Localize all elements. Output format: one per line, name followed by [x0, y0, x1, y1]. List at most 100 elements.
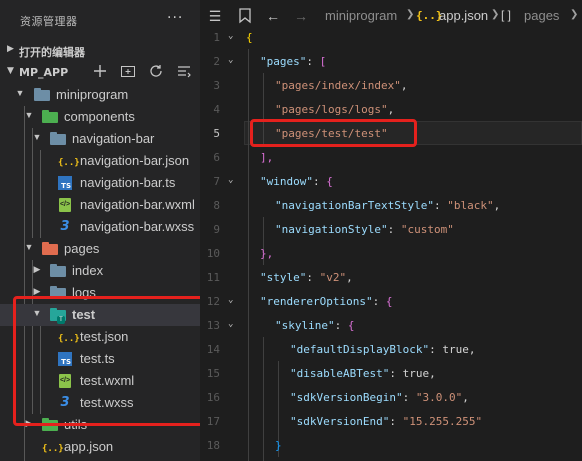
line-number: 4: [213, 103, 220, 116]
code-line: 14 "defaultDisplayBlock": true,: [200, 337, 582, 361]
code-text: "pages/logs/logs",: [275, 103, 395, 116]
folder-open-icon: [34, 87, 50, 103]
tree-folder-index[interactable]: ▶ index: [0, 260, 200, 282]
line-number: 15: [206, 367, 220, 380]
fold-chevron-icon[interactable]: ⌄: [228, 175, 233, 185]
line-number: 3: [213, 79, 220, 92]
open-editors-section[interactable]: ▶ 打开的编辑器: [0, 40, 200, 62]
code-line: 18 }: [200, 433, 582, 457]
back-arrow-icon[interactable]: ←: [264, 8, 282, 24]
tree-item-label: navigation-bar.wxml: [80, 197, 195, 212]
tree-item-label: navigation-bar.wxss: [80, 219, 195, 234]
code-text: "rendererOptions": {: [260, 295, 393, 308]
tree-file-navigation-bar-wxss[interactable]: 3 navigation-bar.wxss: [0, 216, 200, 238]
wxss-file-icon: 3: [60, 219, 70, 234]
code-text: }: [275, 439, 282, 452]
typescript-file-icon: TS: [58, 175, 74, 191]
code-line: 6 ],: [200, 145, 582, 169]
fold-chevron-icon[interactable]: ⌄: [228, 319, 233, 329]
code-line: 3 "pages/index/index",: [200, 73, 582, 97]
breadcrumb-symbol[interactable]: pages: [524, 8, 559, 23]
tree-folder-navigation-bar[interactable]: ▼ navigation-bar: [0, 128, 200, 150]
line-number: 17: [206, 415, 220, 428]
tree-file-navigation-bar-json[interactable]: {..} navigation-bar.json: [0, 150, 200, 172]
components-folder-icon: [42, 109, 58, 125]
tree-item-label: app.json: [64, 439, 114, 454]
folder-open-icon: [50, 131, 66, 147]
code-line: 9 "navigationStyle": "custom": [200, 217, 582, 241]
code-line: 8 "navigationBarTextStyle": "black",: [200, 193, 582, 217]
code-area[interactable]: 1 ⌄ { 2 ⌄ "pages": [ 3 "pages/index/inde…: [200, 25, 582, 461]
chevron-down-icon: ▼: [7, 66, 14, 76]
chevron-down-icon: ▼: [15, 88, 25, 98]
line-number: 1: [213, 31, 220, 44]
line-number: 18: [206, 439, 220, 452]
line-number: 2: [213, 55, 220, 68]
annotation-highlight-box: [250, 119, 417, 147]
code-text: "sdkVersionEnd": "15.255.255": [290, 415, 483, 428]
code-text: "style": "v2",: [260, 271, 353, 284]
code-line: 4 "pages/logs/logs",: [200, 97, 582, 121]
wxml-file-icon: </>: [58, 197, 74, 213]
line-number: 13: [206, 319, 220, 332]
code-text: "pages/index/index",: [275, 79, 408, 92]
line-number: 10: [206, 247, 220, 260]
array-symbol-icon: [ ]: [501, 8, 512, 22]
code-text: "skyline": {: [275, 319, 355, 332]
fold-chevron-icon[interactable]: ⌄: [228, 31, 233, 41]
code-line: 17 "sdkVersionEnd": "15.255.255": [200, 409, 582, 433]
tree-file-navigation-bar-ts[interactable]: TS navigation-bar.ts: [0, 172, 200, 194]
new-file-icon[interactable]: [92, 63, 108, 81]
json-file-icon: {..}: [42, 444, 64, 454]
chevron-down-icon: ▼: [24, 242, 34, 252]
more-actions-button[interactable]: ···: [167, 10, 183, 26]
line-number: 12: [206, 295, 220, 308]
new-folder-icon[interactable]: [120, 63, 136, 81]
tree-item-label: navigation-bar.ts: [80, 175, 176, 190]
tree-item-label: miniprogram: [56, 87, 129, 102]
forward-arrow-icon[interactable]: →: [292, 8, 310, 24]
tree-file-navigation-bar-wxml[interactable]: </> navigation-bar.wxml: [0, 194, 200, 216]
pages-folder-icon: [42, 241, 58, 257]
code-line: 15 "disableABTest": true,: [200, 361, 582, 385]
breadcrumb-folder[interactable]: miniprogram: [325, 8, 397, 23]
code-line: 2 ⌄ "pages": [: [200, 49, 582, 73]
fold-chevron-icon[interactable]: ⌄: [228, 55, 233, 65]
chevron-right-icon: ❯: [406, 9, 415, 20]
collapse-all-icon[interactable]: [176, 63, 192, 81]
explorer-sidebar: 资源管理器 ··· ▶ 打开的编辑器 ▼ MP_APP ▼ miniprogra…: [0, 0, 200, 461]
fold-chevron-icon[interactable]: ⌄: [228, 295, 233, 305]
code-text: "disableABTest": true,: [290, 367, 436, 380]
chevron-right-icon: ❯: [570, 9, 579, 20]
tree-item-label: components: [64, 109, 135, 124]
json-file-icon: {..}: [58, 158, 80, 168]
open-editors-label: 打开的编辑器: [19, 46, 85, 59]
code-line: 11 "style": "v2",: [200, 265, 582, 289]
folder-icon: [50, 263, 66, 279]
code-line: 10 },: [200, 241, 582, 265]
code-text: "defaultDisplayBlock": true,: [290, 343, 476, 356]
refresh-icon[interactable]: [148, 63, 164, 81]
code-line: 7 ⌄ "window": {: [200, 169, 582, 193]
code-text: "sdkVersionBegin": "3.0.0",: [290, 391, 469, 404]
code-line: 13 ⌄ "skyline": {: [200, 313, 582, 337]
chevron-right-icon: ▶: [7, 44, 14, 54]
line-number: 7: [213, 175, 220, 188]
line-number: 9: [213, 223, 220, 236]
code-text: "pages": [: [260, 55, 327, 68]
tree-item-label: navigation-bar: [72, 131, 155, 146]
breadcrumb-file[interactable]: app.json: [439, 8, 488, 23]
line-number: 5: [213, 127, 220, 140]
code-line: 1 ⌄ {: [200, 25, 582, 49]
code-text: "navigationStyle": "custom": [275, 223, 454, 236]
bookmark-icon[interactable]: [236, 8, 254, 24]
tree-folder-components[interactable]: ▼ components: [0, 106, 200, 128]
code-text: "navigationBarTextStyle": "black",: [275, 199, 501, 212]
line-number: 8: [213, 199, 220, 212]
tree-folder-miniprogram[interactable]: ▼ miniprogram: [0, 84, 200, 106]
annotation-highlight-box: [13, 296, 200, 426]
list-icon[interactable]: ☰: [206, 8, 224, 24]
line-number: 16: [206, 391, 220, 404]
tree-folder-pages[interactable]: ▼ pages: [0, 238, 200, 260]
tree-file-app-json[interactable]: {..} app.json: [0, 436, 200, 458]
